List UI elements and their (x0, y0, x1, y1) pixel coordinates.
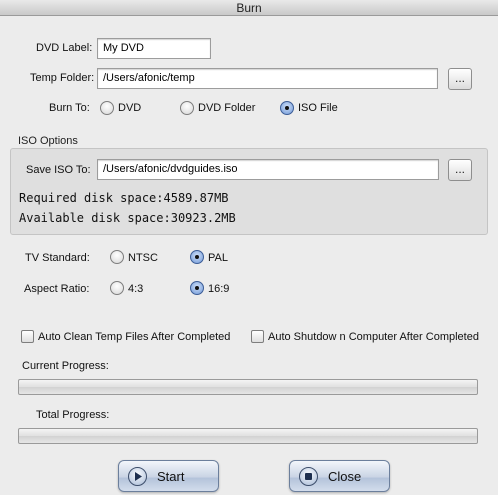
available-disk-space-text: Available disk space:30923.2MB (19, 211, 236, 225)
required-disk-space-text: Required disk space:4589.87MB (19, 191, 229, 205)
burn-to-caption: Burn To: (49, 102, 90, 114)
window-titlebar[interactable]: Burn (0, 0, 498, 16)
tv-standard-ntsc-label: NTSC (128, 252, 158, 264)
total-progress-bar (18, 428, 478, 444)
burn-to-iso-file-radio[interactable] (280, 101, 294, 115)
auto-shutdown-label: Auto Shutdow n Computer After Completed (268, 331, 479, 343)
aspect-ratio-16-9-label: 16:9 (208, 283, 230, 295)
temp-folder-input[interactable]: /Users/afonic/temp (97, 68, 438, 89)
current-progress-bar (18, 379, 478, 395)
dvd-label-caption: DVD Label: (36, 42, 93, 54)
aspect-ratio-4-3-radio[interactable] (110, 281, 124, 295)
dvd-label-input[interactable]: My DVD (97, 38, 211, 59)
burn-to-dvd-folder-radio[interactable] (180, 101, 194, 115)
close-button-label: Close (328, 469, 362, 484)
total-progress-caption: Total Progress: (36, 409, 110, 421)
burn-to-dvd-label: DVD (118, 102, 142, 114)
iso-options-group: Save ISO To: /Users/afonic/dvdguides.iso… (10, 148, 488, 235)
play-icon (128, 467, 147, 486)
save-iso-input[interactable]: /Users/afonic/dvdguides.iso (97, 159, 439, 180)
tv-standard-ntsc-radio[interactable] (110, 250, 124, 264)
start-button-label: Start (157, 469, 185, 484)
start-button[interactable]: Start (118, 460, 219, 492)
aspect-ratio-caption: Aspect Ratio: (24, 283, 90, 295)
aspect-ratio-16-9-radio[interactable] (190, 281, 204, 295)
tv-standard-pal-label: PAL (208, 252, 228, 264)
close-button[interactable]: Close (289, 460, 390, 492)
aspect-ratio-4-3-label: 4:3 (128, 283, 144, 295)
burn-to-dvd-radio[interactable] (100, 101, 114, 115)
auto-shutdown-checkbox[interactable] (251, 330, 264, 343)
tv-standard-pal-radio[interactable] (190, 250, 204, 264)
save-iso-browse-button[interactable]: ... (448, 159, 472, 181)
window-title: Burn (236, 1, 262, 15)
auto-clean-label: Auto Clean Temp Files After Completed (38, 331, 231, 343)
auto-clean-checkbox[interactable] (21, 330, 34, 343)
temp-folder-browse-button[interactable]: ... (448, 68, 472, 90)
tv-standard-caption: TV Standard: (25, 252, 90, 264)
save-iso-caption: Save ISO To: (26, 164, 91, 176)
temp-folder-caption: Temp Folder: (30, 72, 95, 84)
iso-options-section-title: ISO Options (18, 135, 78, 147)
current-progress-caption: Current Progress: (22, 360, 109, 372)
burn-to-iso-file-label: ISO File (298, 102, 338, 114)
burn-to-dvd-folder-label: DVD Folder (198, 102, 256, 114)
stop-icon (299, 467, 318, 486)
